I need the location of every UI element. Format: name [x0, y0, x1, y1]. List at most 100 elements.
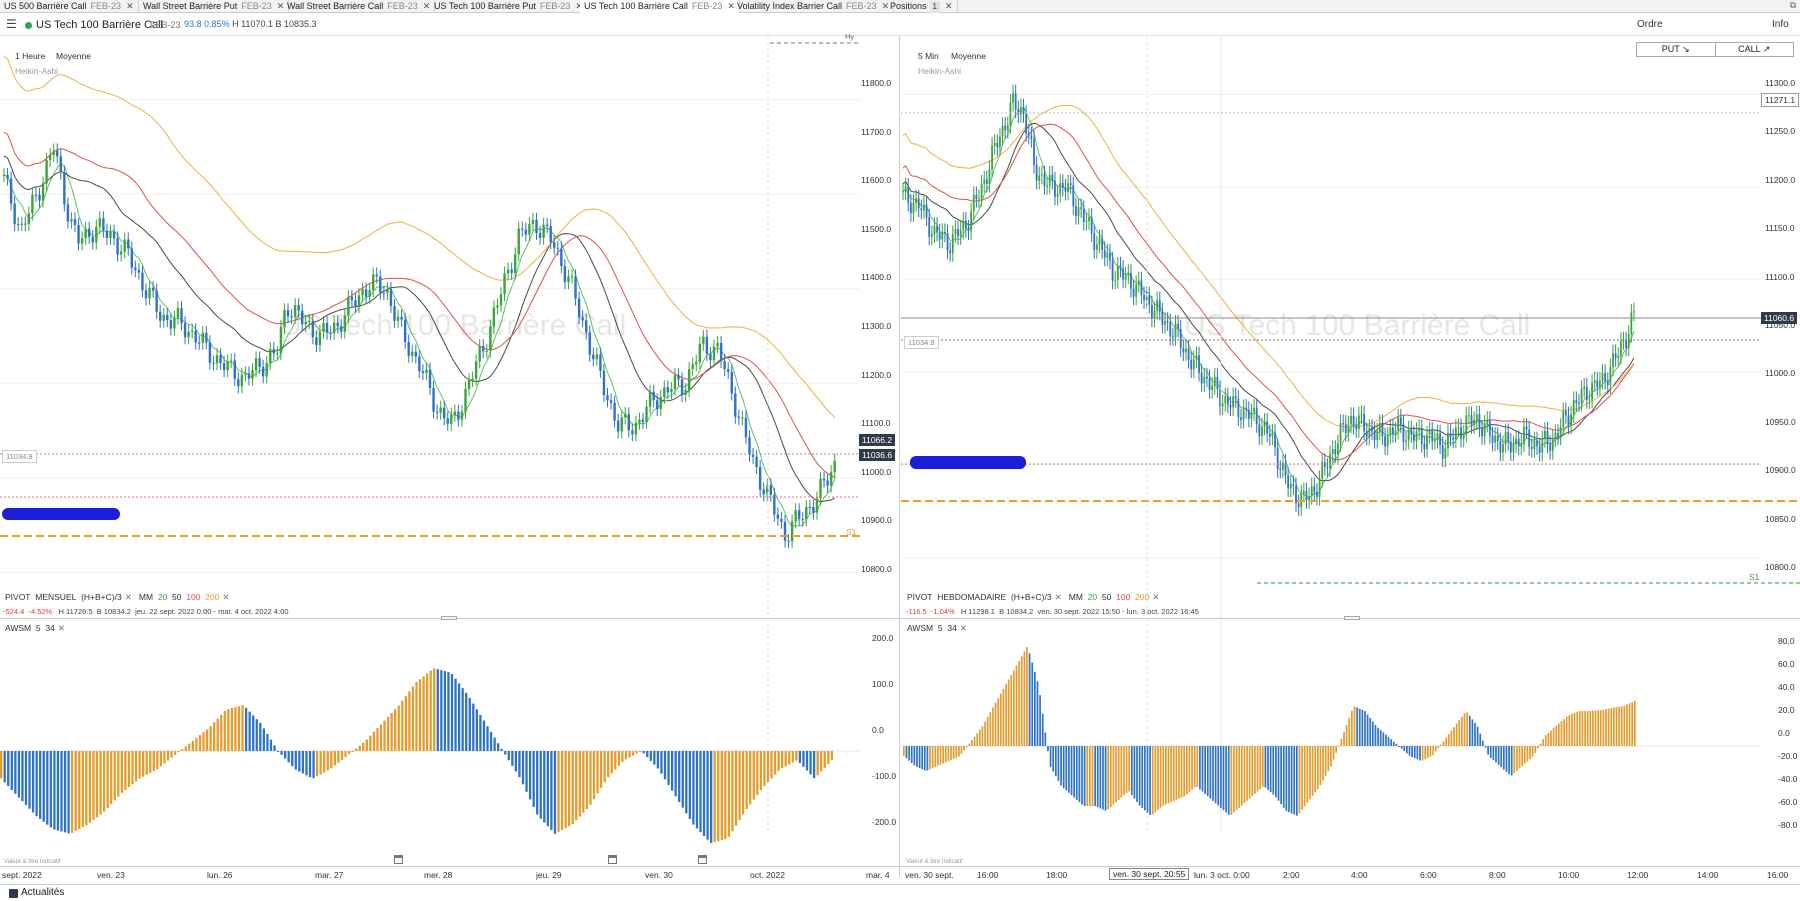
candle-body: [680, 379, 684, 396]
candle-body: [1420, 428, 1423, 444]
candle-body: [446, 418, 449, 424]
oscillator-bar: [468, 697, 471, 751]
info-button[interactable]: Info: [1772, 19, 1789, 30]
oscillator-bar: [692, 751, 695, 825]
candle-body: [233, 360, 236, 380]
left-price-chart[interactable]: [0, 36, 900, 831]
candle-body: [102, 218, 105, 231]
oscillator-bar: [337, 751, 340, 763]
candle-body: [812, 506, 815, 513]
candle-body: [1245, 407, 1248, 410]
candle-body: [666, 387, 670, 393]
candle-body: [624, 414, 627, 418]
calendar-event-icon[interactable]: [608, 855, 617, 864]
candle-body: [1250, 412, 1253, 419]
candle-body: [1562, 411, 1565, 428]
oscillator-bar: [74, 751, 77, 831]
close-icon[interactable]: ✕: [960, 623, 967, 633]
tab-us500-call[interactable]: US 500 Barrière Call FEB-23 ✕: [0, 0, 139, 13]
oscillator-bar: [1159, 746, 1162, 808]
oscillator-bar: [745, 751, 748, 810]
awsm-slow: 34: [45, 623, 55, 633]
oscillator-bar: [1125, 746, 1128, 793]
call-button[interactable]: CALL ↗: [1716, 43, 1794, 56]
news-icon[interactable]: [9, 889, 18, 898]
news-link[interactable]: Actualités: [21, 887, 64, 898]
candle-body: [936, 225, 938, 233]
oscillator-bar: [1225, 746, 1227, 813]
time-tick-label: 16:00: [977, 870, 999, 880]
tab-label: US Tech 100 Barrière Call: [584, 1, 688, 11]
candle-body: [279, 326, 283, 354]
price-tick-label: 10950.0: [1765, 416, 1796, 427]
oscillator-bar: [1447, 734, 1450, 746]
right-price-chart[interactable]: [901, 36, 1800, 831]
close-icon[interactable]: ✕: [1152, 592, 1159, 602]
candle-body: [226, 361, 229, 371]
tab-wallstreet-put[interactable]: Wall Street Barrière Put FEB-23 ✕: [139, 0, 290, 13]
calendar-event-icon[interactable]: [698, 855, 707, 864]
right-chart-panel[interactable]: 5 Min Moyenne Heikin-Ashi US Tech 100 Ba…: [901, 36, 1800, 880]
close-icon[interactable]: ✕: [1055, 592, 1062, 602]
oscillator-bar: [213, 722, 216, 751]
instrument-expiry: FEB-23: [150, 20, 181, 30]
menu-icon[interactable]: ☰: [6, 17, 17, 31]
oscillator-bar: [298, 751, 301, 772]
oscillator-bar: [999, 693, 1002, 746]
candle-body: [1287, 475, 1290, 489]
candle-body: [130, 248, 133, 268]
pivot-period[interactable]: MENSUEL: [35, 592, 76, 602]
candle-body: [705, 336, 709, 354]
oscillator-bar: [71, 751, 74, 833]
candle-body: [418, 356, 421, 372]
candle-body: [329, 332, 332, 334]
ordre-button[interactable]: Ordre: [1637, 19, 1663, 30]
oscillator-bar: [450, 673, 454, 751]
left-oscillator-chart[interactable]: [0, 636, 900, 866]
candle-body: [1213, 376, 1216, 387]
close-icon[interactable]: ✕: [222, 592, 229, 602]
calendar-event-icon[interactable]: [394, 855, 403, 864]
oscillator-bar: [1115, 746, 1117, 803]
oscillator-bar: [994, 702, 997, 746]
close-icon[interactable]: ✕: [125, 592, 132, 602]
put-button[interactable]: PUT ↘: [1637, 43, 1716, 56]
popout-icon[interactable]: ⧉: [1790, 0, 1796, 11]
candle-body: [237, 379, 240, 387]
candle-body: [659, 396, 662, 410]
pane-resize-handle[interactable]: [441, 616, 457, 620]
candle-body: [1363, 413, 1366, 432]
awsm-label: AWSM: [907, 623, 934, 633]
price-tick-label: 11000.0: [861, 466, 892, 477]
close-icon[interactable]: ✕: [58, 623, 65, 633]
oscillator-bar: [784, 751, 787, 767]
tab-ustech-put[interactable]: US Tech 100 Barrière PutFEB-23✕: [430, 0, 588, 13]
candle-body: [975, 195, 978, 199]
oscillator-bar: [1002, 688, 1005, 746]
pivot-formula: (H+B+C)/3: [1010, 592, 1052, 602]
oscillator-bar: [660, 751, 663, 774]
pivot-indicator-row[interactable]: PIVOT MENSUEL (H+B+C)/3 ✕ MM 20 50 100 20…: [5, 592, 229, 603]
pivot-indicator-row[interactable]: PIVOT HEBDOMADAIRE (H+B+C)/3 ✕ MM 20 50 1…: [907, 592, 1159, 603]
tab-wallstreet-call[interactable]: Wall Street Barrière Call FEB-23 ✕: [283, 0, 436, 13]
left-chart-panel[interactable]: 1 Heure Moyenne Heikin-Ashi US Tech 100 …: [0, 32, 900, 880]
tab-positions[interactable]: Positions 1 ✕: [886, 0, 958, 13]
oscillator-bar: [1628, 703, 1631, 746]
candle-body: [1302, 491, 1305, 494]
candle-body: [1017, 109, 1020, 115]
oscillator-bar: [1026, 647, 1028, 746]
awsm-indicator-row[interactable]: AWSM 5 34 ✕: [5, 623, 65, 634]
tab-volatility-call[interactable]: Volatility Index Barrier Call FEB-23 ✕: [733, 0, 895, 13]
right-oscillator-chart[interactable]: [901, 636, 1800, 866]
tab-ustech-call[interactable]: US Tech 100 Barrière Call FEB-23 ✕: [580, 0, 740, 13]
pane-resize-handle[interactable]: [1344, 616, 1360, 620]
candle-body: [1310, 486, 1313, 497]
close-icon[interactable]: ✕: [945, 1, 953, 11]
pivot-period[interactable]: HEBDOMADAIRE: [937, 592, 1006, 602]
oscillator-bar: [702, 751, 706, 836]
candle-body: [1255, 407, 1258, 425]
close-icon[interactable]: ✕: [126, 1, 134, 11]
awsm-indicator-row[interactable]: AWSM 5 34 ✕: [907, 623, 967, 634]
candle-body: [938, 232, 941, 240]
candle-body: [776, 514, 780, 519]
